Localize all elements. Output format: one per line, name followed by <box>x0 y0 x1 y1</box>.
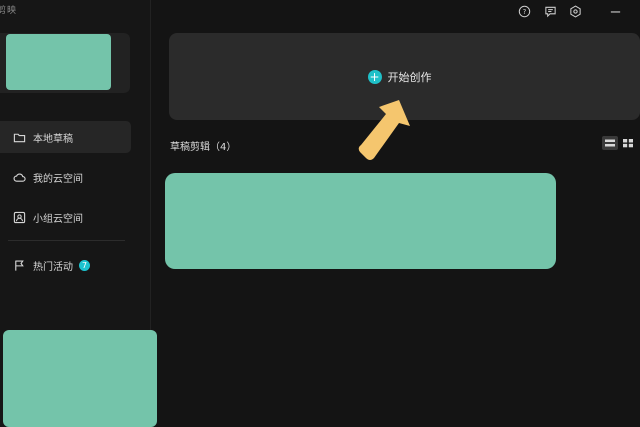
sidebar-item-label: 我的云空间 <box>33 173 83 185</box>
list-view-icon[interactable] <box>602 136 618 150</box>
annotation-arrow-icon <box>358 100 410 160</box>
profile-redacted-area <box>6 34 111 90</box>
help-icon[interactable]: ? <box>517 4 531 18</box>
sidebar-item-team-cloud[interactable]: 小组云空间 <box>0 201 131 233</box>
feedback-icon[interactable] <box>543 4 557 18</box>
drafts-redacted-area <box>165 173 556 269</box>
sidebar-item-hot-events[interactable]: 热门活动 7 <box>0 249 131 281</box>
sidebar: 剪映 本地草稿 我的云空间 小组云空间 热门活动 7 <box>0 0 157 427</box>
view-toggle <box>602 136 636 150</box>
sidebar-item-label: 小组云空间 <box>33 213 83 225</box>
flag-icon <box>12 258 26 272</box>
grid-view-icon[interactable] <box>620 136 636 150</box>
sidebar-item-label: 本地草稿 <box>33 133 73 145</box>
settings-icon[interactable] <box>568 4 582 18</box>
cloud-icon <box>12 170 26 184</box>
start-creation-label: 开始创作 <box>387 70 432 84</box>
drafts-section-title: 草稿剪辑（4） <box>170 142 237 153</box>
sidebar-item-local-drafts[interactable]: 本地草稿 <box>0 121 131 153</box>
minimize-icon[interactable] <box>608 4 622 18</box>
svg-text:?: ? <box>522 7 526 15</box>
sidebar-item-label: 热门活动 <box>33 261 73 273</box>
notification-badge: 7 <box>79 259 90 271</box>
sidebar-divider <box>8 240 125 241</box>
plus-icon: + <box>367 69 382 84</box>
app-logo: 剪映 <box>0 6 18 16</box>
bottom-redacted-area <box>3 330 157 427</box>
folder-icon <box>12 130 26 144</box>
sidebar-item-my-cloud[interactable]: 我的云空间 <box>0 161 131 193</box>
team-icon <box>12 210 26 224</box>
